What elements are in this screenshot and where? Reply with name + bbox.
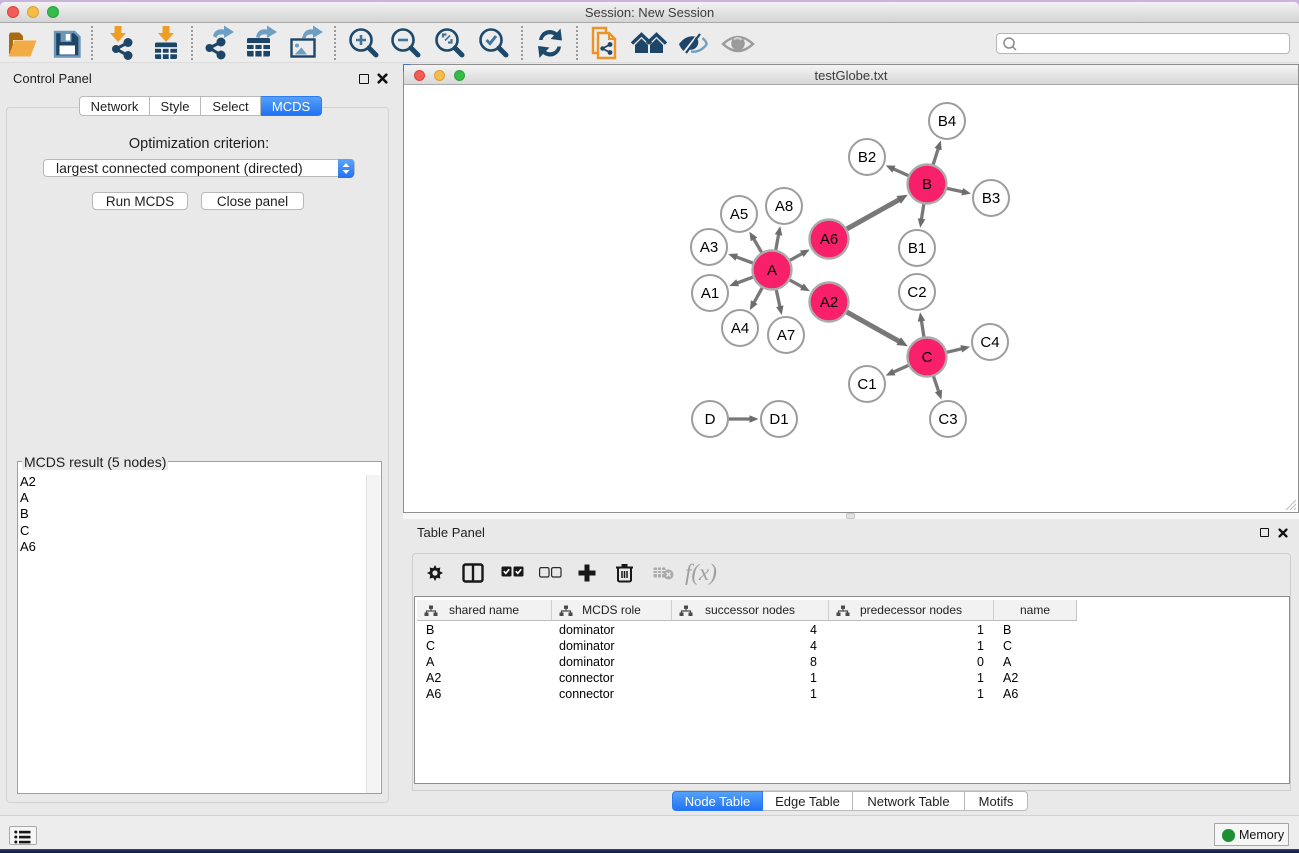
- svg-text:B3: B3: [982, 190, 1000, 207]
- svg-text:C1: C1: [857, 376, 876, 393]
- svg-text:D: D: [705, 411, 716, 428]
- svg-text:A8: A8: [775, 198, 793, 215]
- svg-text:B4: B4: [938, 113, 956, 130]
- svg-text:C2: C2: [907, 284, 926, 301]
- svg-text:A: A: [767, 262, 777, 279]
- svg-text:B2: B2: [858, 149, 876, 166]
- svg-text:A2: A2: [820, 294, 838, 311]
- svg-text:C: C: [922, 349, 933, 366]
- svg-text:A5: A5: [730, 206, 748, 223]
- svg-text:D1: D1: [769, 411, 788, 428]
- svg-text:A4: A4: [731, 320, 749, 337]
- svg-text:C3: C3: [938, 411, 957, 428]
- svg-text:A6: A6: [820, 231, 838, 248]
- svg-text:A3: A3: [700, 239, 718, 256]
- svg-text:A7: A7: [777, 327, 795, 344]
- svg-text:B1: B1: [908, 240, 926, 257]
- svg-text:B: B: [922, 176, 932, 193]
- svg-text:C4: C4: [980, 334, 999, 351]
- svg-text:A1: A1: [701, 285, 719, 302]
